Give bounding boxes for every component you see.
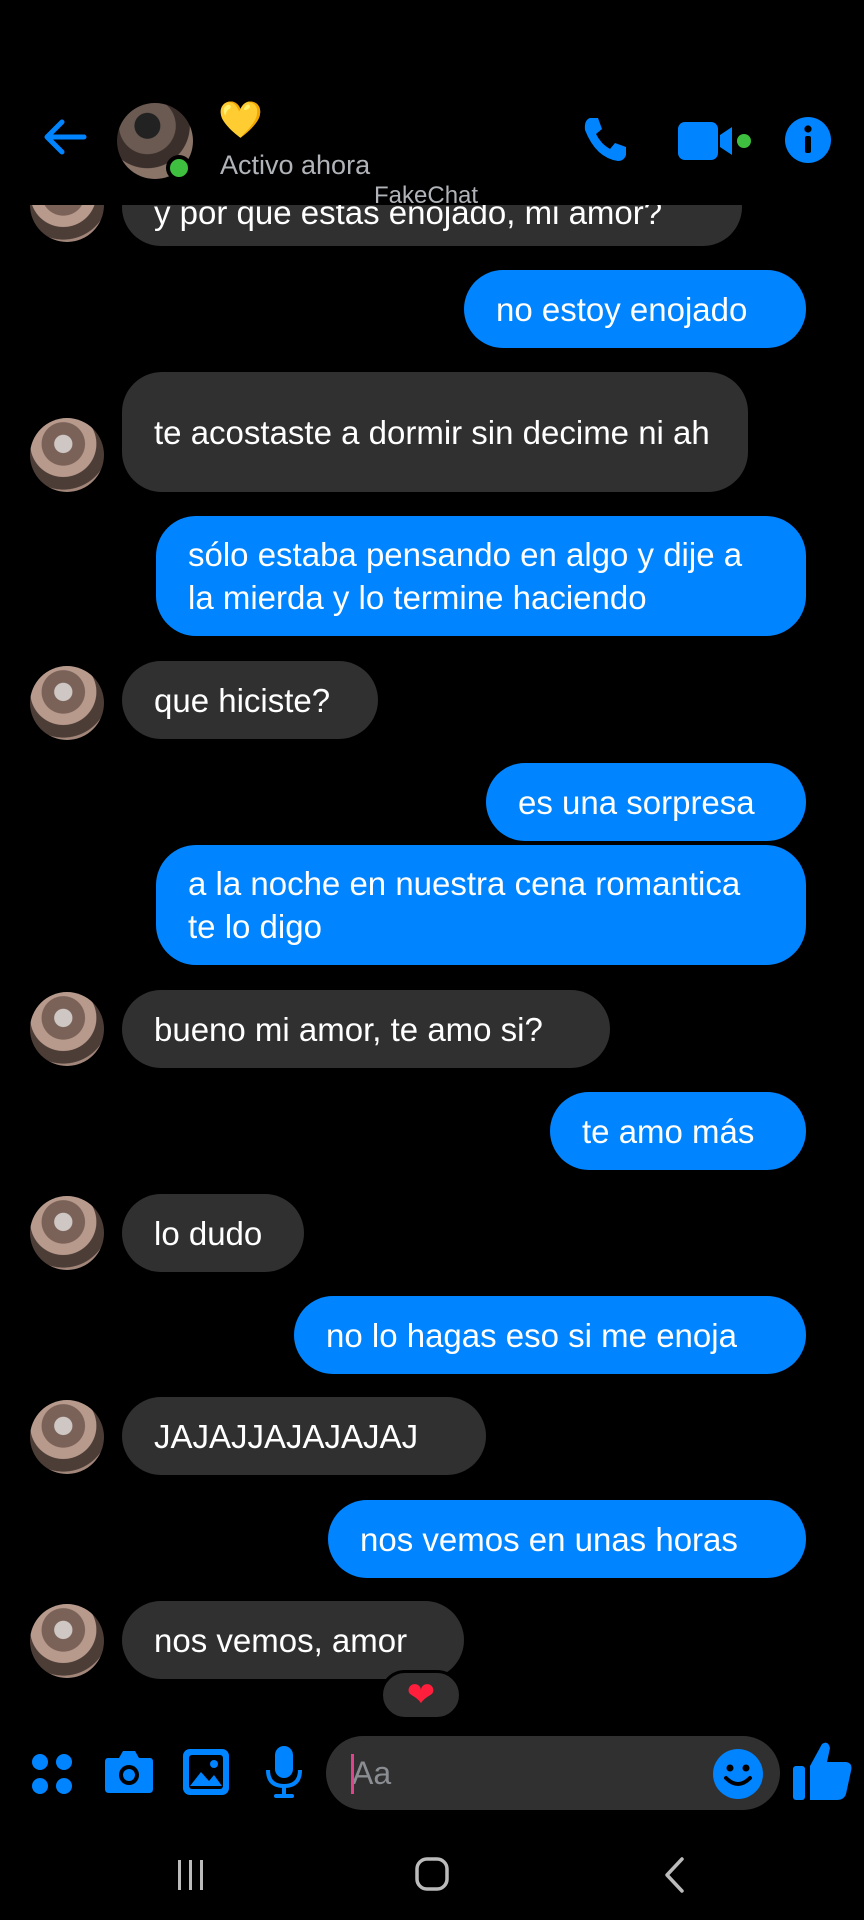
message-incoming[interactable]: JAJAJJAJAJAJAJ: [122, 1397, 486, 1475]
chat-header: 💛 Activo ahora: [0, 0, 864, 205]
back-arrow-icon[interactable]: [40, 112, 90, 162]
sender-avatar: [30, 1604, 104, 1678]
video-camera-icon[interactable]: [678, 118, 752, 164]
message-incoming[interactable]: bueno mi amor, te amo si?: [122, 990, 610, 1068]
message-incoming[interactable]: te acostaste a dormir sin decime ni ah: [122, 372, 748, 492]
sender-avatar: [30, 1196, 104, 1270]
back-nav-icon[interactable]: [662, 1856, 686, 1894]
recent-apps-icon[interactable]: [176, 1858, 206, 1892]
home-icon[interactable]: [414, 1856, 450, 1892]
contact-status: Activo ahora: [220, 150, 371, 180]
sender-avatar: [30, 418, 104, 492]
message-outgoing[interactable]: sólo estaba pensando en algo y dije a la…: [156, 516, 806, 636]
text-caret: [351, 1754, 354, 1794]
info-icon[interactable]: [784, 116, 832, 164]
message-incoming[interactable]: nos vemos, amor: [122, 1601, 464, 1679]
message-outgoing[interactable]: a la noche en nuestra cena romantica te …: [156, 845, 806, 965]
smiley-icon[interactable]: [712, 1748, 764, 1800]
message-outgoing[interactable]: te amo más: [550, 1092, 806, 1170]
camera-icon[interactable]: [104, 1748, 154, 1794]
message-outgoing[interactable]: no lo hagas eso si me enoja: [294, 1296, 806, 1374]
message-incoming[interactable]: que hiciste?: [122, 661, 378, 739]
online-indicator: [166, 155, 192, 181]
message-outgoing[interactable]: nos vemos en unas horas: [328, 1500, 806, 1578]
image-icon[interactable]: [182, 1748, 230, 1796]
four-dots-icon[interactable]: [30, 1752, 74, 1796]
sender-avatar: [30, 666, 104, 740]
system-navigation-bar: [0, 1820, 864, 1920]
message-incoming[interactable]: lo dudo: [122, 1194, 304, 1272]
message-outgoing[interactable]: es una sorpresa: [486, 763, 806, 841]
sender-avatar: [30, 1400, 104, 1474]
thumbs-up-icon[interactable]: [792, 1738, 854, 1802]
microphone-icon[interactable]: [264, 1744, 304, 1800]
watermark: FakeChat: [374, 182, 479, 209]
contact-name[interactable]: 💛: [218, 100, 263, 140]
message-outgoing[interactable]: no estoy enojado: [464, 270, 806, 348]
phone-icon[interactable]: [578, 112, 632, 166]
heart-reaction[interactable]: ❤: [380, 1670, 462, 1720]
sender-avatar: [30, 992, 104, 1066]
